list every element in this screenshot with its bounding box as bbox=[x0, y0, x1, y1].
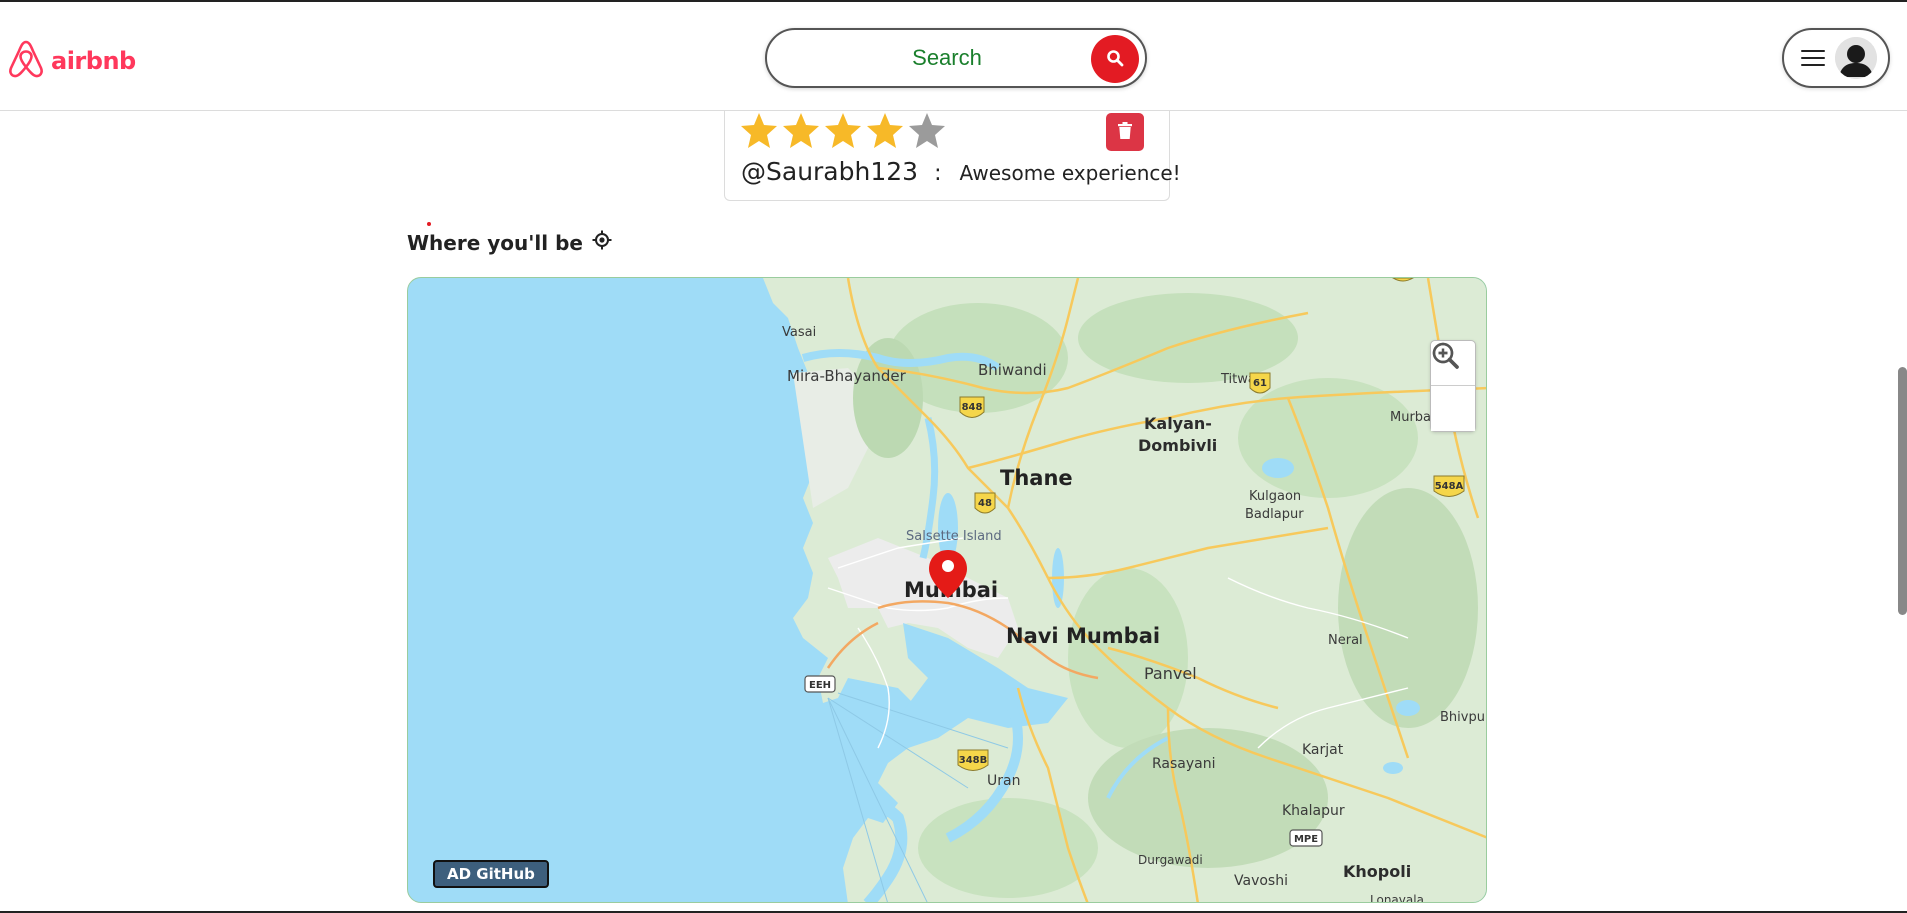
highway-shield-48: 48 bbox=[974, 492, 996, 514]
map-label-kulgaon: Kulgaon bbox=[1249, 489, 1301, 504]
map-label-neral: Neral bbox=[1328, 633, 1363, 648]
search-icon bbox=[1106, 49, 1124, 70]
svg-text:848: 848 bbox=[962, 402, 983, 413]
search-input[interactable] bbox=[797, 42, 1097, 74]
map-label-salsette-island: Salsette Island bbox=[906, 529, 1002, 544]
star-icon-filled bbox=[825, 113, 861, 148]
map-label-bhiwandi: Bhiwandi bbox=[978, 361, 1047, 379]
map-label-badlapur: Badlapur bbox=[1245, 507, 1304, 522]
svg-text:548A: 548A bbox=[1435, 481, 1464, 492]
brand-logo[interactable]: airbnb bbox=[7, 38, 136, 83]
highway-shield-348b: 348B bbox=[957, 749, 989, 771]
highway-shield-548a: 548A bbox=[1433, 475, 1465, 497]
star-rating bbox=[739, 111, 947, 151]
map-label-bhivpuri: Bhivpu bbox=[1440, 710, 1485, 725]
zoom-out-button[interactable] bbox=[1431, 342, 1475, 431]
map-label-navi-mumbai: Navi Mumbai bbox=[1006, 624, 1160, 648]
search-button[interactable] bbox=[1091, 35, 1139, 83]
trash-icon bbox=[1118, 122, 1132, 142]
review-card: @Saurabh123 : Awesome experience! bbox=[724, 107, 1181, 201]
search-bar bbox=[765, 28, 1147, 88]
review-separator: : bbox=[934, 161, 942, 186]
review-comment: Awesome experience! bbox=[959, 161, 1181, 185]
map-label-durgawadi: Durgawadi bbox=[1138, 853, 1203, 867]
map-label-rasayani: Rasayani bbox=[1152, 756, 1216, 772]
star-icon-filled bbox=[783, 113, 819, 148]
brand-name: airbnb bbox=[51, 46, 136, 75]
map-canvas[interactable]: Vasai Mira-Bhayander Bhiwandi Titwala Mu… bbox=[408, 278, 1487, 903]
map-credit-badge[interactable]: AD GitHub bbox=[433, 860, 549, 888]
page-scrollbar[interactable] bbox=[1898, 367, 1907, 615]
map-label-mira-bhayander: Mira-Bhayander bbox=[787, 367, 907, 385]
map-label-panvel: Panvel bbox=[1144, 664, 1197, 683]
review-author: @Saurabh123 bbox=[741, 157, 919, 186]
map[interactable]: Vasai Mira-Bhayander Bhiwandi Titwala Mu… bbox=[407, 277, 1487, 903]
profile-menu-button[interactable] bbox=[1782, 28, 1890, 88]
map-label-khopoli: Khopoli bbox=[1343, 862, 1411, 881]
svg-text:MPE: MPE bbox=[1294, 834, 1318, 845]
decorative-dot bbox=[427, 222, 431, 226]
map-label-khalapur: Khalapur bbox=[1282, 803, 1345, 819]
map-label-vavoshi: Vavoshi bbox=[1234, 873, 1288, 889]
star-icon-filled bbox=[741, 113, 777, 148]
airbnb-logo-icon bbox=[7, 38, 45, 83]
delete-review-button[interactable] bbox=[1106, 113, 1144, 151]
svg-text:61: 61 bbox=[1253, 378, 1267, 389]
hamburger-menu-icon bbox=[1801, 50, 1825, 66]
map-label-karjat: Karjat bbox=[1302, 742, 1344, 758]
navbar: airbnb bbox=[0, 2, 1907, 111]
svg-text:48: 48 bbox=[978, 498, 992, 509]
star-icon-filled bbox=[867, 113, 903, 148]
svg-text:348B: 348B bbox=[959, 755, 988, 766]
map-label-uran: Uran bbox=[987, 773, 1020, 789]
expressway-shield-eeh: EEH bbox=[804, 675, 836, 693]
location-heading: Where you'll be bbox=[407, 230, 612, 255]
highway-shield-61: 61 bbox=[1249, 372, 1271, 394]
review-text: @Saurabh123 : Awesome experience! bbox=[741, 157, 1181, 186]
page: airbnb Search @Saurabh123: Awesome expe… bbox=[0, 0, 1907, 913]
star-icon-empty bbox=[909, 113, 945, 148]
highway-shield-848: 848 bbox=[959, 396, 985, 418]
map-label-murbad: Murba bbox=[1390, 410, 1431, 425]
location-title: Where you'll be bbox=[407, 230, 583, 255]
map-label-kalyan: Kalyan- bbox=[1144, 414, 1212, 433]
zoom-control bbox=[1430, 340, 1476, 432]
expressway-shield-mpe: MPE bbox=[1289, 829, 1323, 847]
map-label-thane: Thane bbox=[1000, 466, 1073, 490]
map-label-vasai: Vasai bbox=[782, 325, 816, 340]
user-avatar-icon bbox=[1835, 37, 1877, 79]
map-label-dombivli: Dombivli bbox=[1138, 436, 1217, 455]
map-label-lonavala: Lonavala bbox=[1370, 893, 1424, 903]
locate-icon bbox=[592, 230, 612, 255]
svg-text:EEH: EEH bbox=[809, 680, 831, 691]
